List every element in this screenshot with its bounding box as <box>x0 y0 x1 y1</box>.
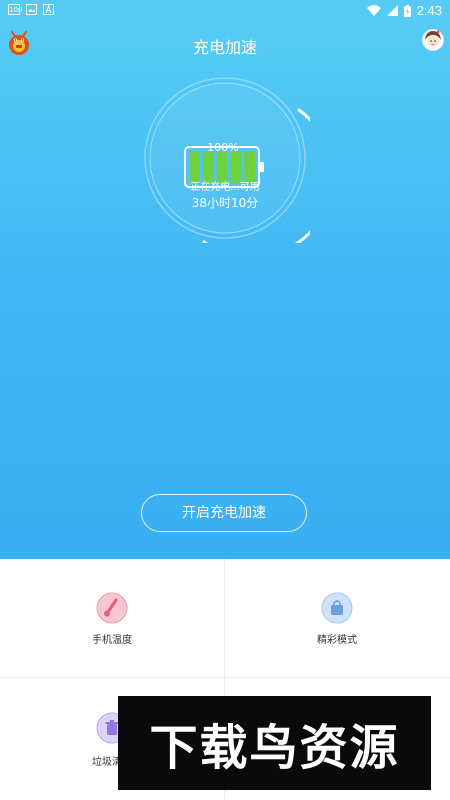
notification-icons: 100 <box>8 4 54 15</box>
feature-wonderful-mode[interactable]: 精彩模式 <box>225 559 449 677</box>
app-screen: 100 2:43 充电加速 100% 正在充电...可用 38小时10分 开启充… <box>0 0 450 800</box>
watermark: 下载鸟资源 <box>118 696 431 790</box>
wifi-icon <box>366 5 381 16</box>
charging-status: 正在充电...可用 <box>190 182 260 193</box>
charging-panel: 充电加速 100% 正在充电...可用 38小时10分 开启充电加速 <box>0 22 450 559</box>
feature-label: 精彩模式 <box>317 635 357 646</box>
battery-readout: 100% 正在充电...可用 38小时10分 <box>140 73 310 243</box>
a-icon <box>43 4 54 15</box>
feature-label: 手机温度 <box>92 635 132 646</box>
battery-status-icon <box>403 4 411 17</box>
shopping-bag-icon <box>321 592 353 624</box>
boost-charge-button[interactable]: 开启充电加速 <box>141 494 307 532</box>
image-icon <box>26 4 37 15</box>
status-bar: 100 2:43 <box>0 0 450 22</box>
system-icons: 2:43 <box>366 3 442 18</box>
avatar[interactable] <box>422 29 444 51</box>
thermometer-icon <box>96 592 128 624</box>
remaining-time: 38小时10分 <box>191 196 259 210</box>
feature-phone-temperature[interactable]: 手机温度 <box>0 559 224 677</box>
battery-percent: 100% <box>207 141 239 154</box>
page-title: 充电加速 <box>192 38 257 57</box>
news-icon: 100 <box>8 4 23 15</box>
signal-icon <box>386 5 398 16</box>
clock: 2:43 <box>416 3 442 18</box>
